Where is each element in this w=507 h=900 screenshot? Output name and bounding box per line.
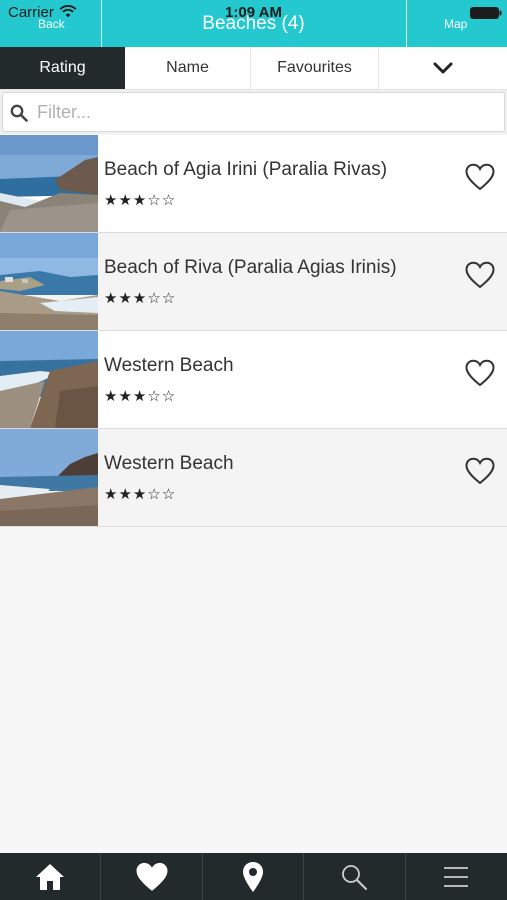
map-pin-icon (242, 861, 263, 892)
nav-search[interactable] (304, 853, 406, 900)
beach-name: Western Beach (104, 453, 234, 474)
menu-icon (444, 866, 469, 887)
favourite-heart-icon[interactable] (465, 457, 495, 485)
search-icon (342, 864, 368, 890)
star-rating: ★★★☆☆ (104, 289, 177, 307)
beach-list: Beach of Agia Irini (Paralia Rivas) ★★★☆… (0, 135, 507, 527)
list-item[interactable]: Beach of Agia Irini (Paralia Rivas) ★★★☆… (0, 135, 507, 233)
bottom-nav (0, 853, 507, 900)
filter-input[interactable] (37, 96, 497, 128)
beach-name: Beach of Agia Irini (Paralia Rivas) (104, 159, 388, 180)
beach-thumbnail (0, 233, 98, 330)
tab-label: Favourites (277, 59, 352, 76)
beach-thumbnail (0, 135, 98, 232)
beach-name: Beach of Riva (Paralia Agias Irinis) (104, 257, 397, 278)
list-item[interactable]: Western Beach ★★★☆☆ (0, 429, 507, 527)
nav-menu[interactable] (406, 853, 507, 900)
beach-thumbnail (0, 429, 98, 526)
tab-favourites[interactable]: Favourites (251, 47, 379, 89)
tab-name[interactable]: Name (125, 47, 251, 89)
beach-name: Western Beach (104, 355, 234, 376)
map-button[interactable]: Map (444, 17, 467, 31)
list-item[interactable]: Beach of Riva (Paralia Agias Irinis) ★★★… (0, 233, 507, 331)
chevron-down-icon (433, 62, 453, 74)
tab-label: Name (166, 59, 209, 76)
nav-favourites[interactable] (101, 853, 203, 900)
star-rating: ★★★☆☆ (104, 387, 177, 405)
heart-icon (136, 862, 168, 891)
star-rating: ★★★☆☆ (104, 191, 177, 209)
filter-bar (0, 90, 507, 134)
sort-tabs: Rating Name Favourites (0, 47, 507, 90)
home-icon (36, 863, 65, 890)
nav-home[interactable] (0, 853, 102, 900)
favourite-heart-icon[interactable] (465, 261, 495, 289)
search-icon (10, 104, 28, 122)
beach-thumbnail (0, 331, 98, 428)
favourite-heart-icon[interactable] (465, 359, 495, 387)
filter-box (2, 92, 505, 132)
list-item[interactable]: Western Beach ★★★☆☆ (0, 331, 507, 429)
page-title: Beaches (4) (202, 13, 305, 34)
star-rating: ★★★☆☆ (104, 485, 177, 503)
favourite-heart-icon[interactable] (465, 163, 495, 191)
tab-label: Rating (39, 59, 86, 76)
tab-rating[interactable]: Rating (0, 47, 125, 89)
sort-options-dropdown[interactable] (379, 47, 507, 89)
nav-map[interactable] (203, 853, 305, 900)
top-bar: Carrier 1:09 AM Back Beaches (4) Map (0, 0, 507, 47)
